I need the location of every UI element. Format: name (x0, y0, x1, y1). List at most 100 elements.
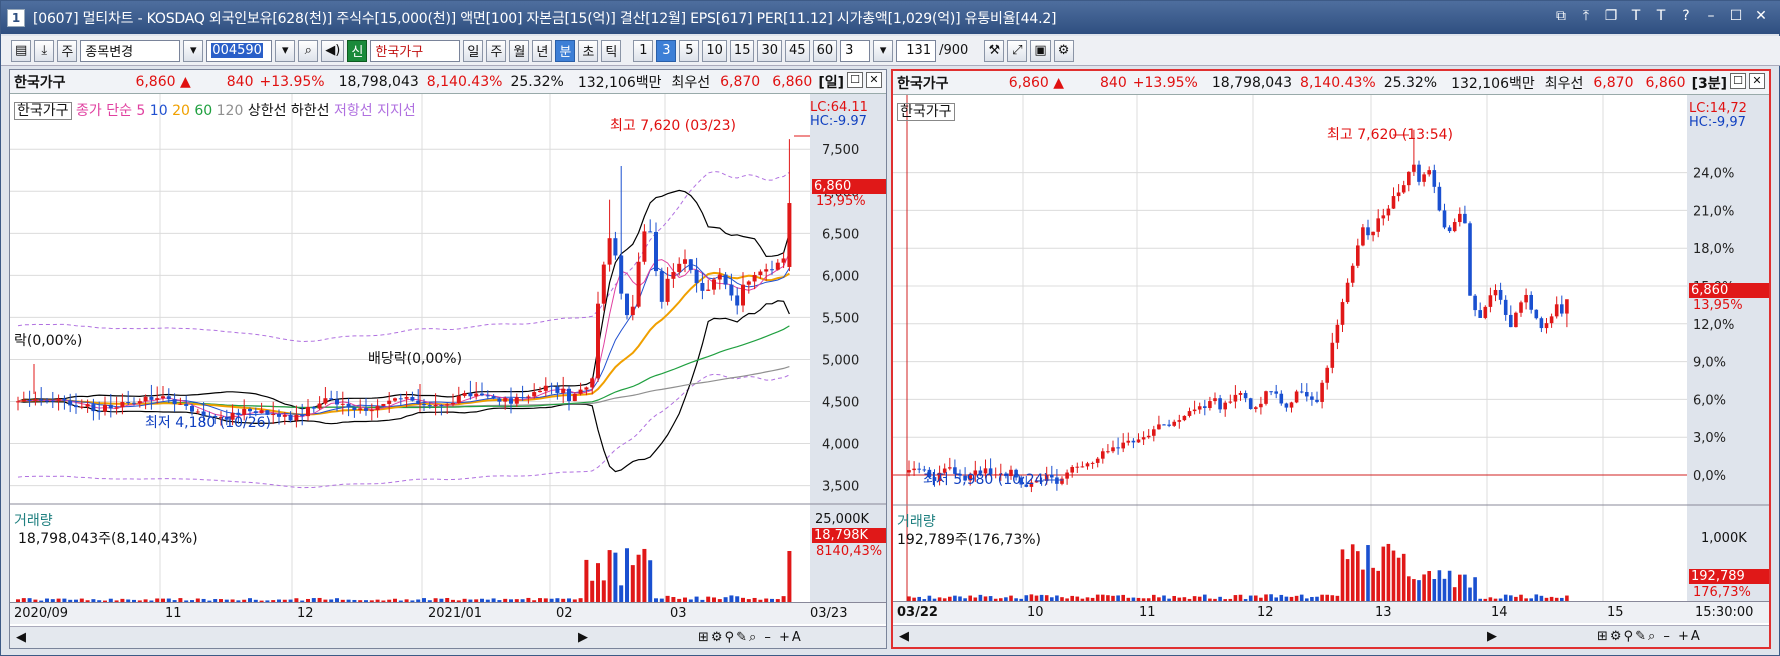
shin-button[interactable]: 신 (347, 40, 367, 62)
scroll-bar[interactable]: ◀ ▶ ⊞⚙⚲✎⌕ – +A (10, 626, 886, 648)
speaker-icon[interactable]: ◀) (321, 40, 344, 62)
stock-name-field[interactable]: 한국가구 (370, 40, 460, 62)
legend-resist[interactable]: 저항선 (334, 103, 373, 119)
period-tick[interactable]: 틱 (601, 40, 621, 62)
candle-body (1259, 404, 1263, 407)
candle-body (1264, 391, 1268, 404)
legend-lower[interactable]: 하한선 (291, 103, 330, 119)
candle-body (352, 407, 356, 410)
scroll-right-icon[interactable]: ▶ (578, 630, 588, 645)
candle-body (1371, 232, 1375, 235)
legend-ma60[interactable]: 60 (194, 103, 212, 119)
maximize-icon[interactable]: ☐ (1728, 8, 1744, 24)
resistance-line (18, 172, 789, 342)
minute-5[interactable]: 5 (679, 40, 699, 62)
candle-body (468, 393, 472, 396)
candle-body (753, 275, 757, 281)
y-tick-label: 5,500 (822, 311, 859, 326)
minute-10[interactable]: 10 (702, 40, 727, 62)
save-icon[interactable]: ▣ (1030, 40, 1050, 62)
candle-body (1412, 165, 1416, 172)
pin-icon[interactable]: ⤒ (1578, 8, 1594, 24)
volume-bar (1366, 545, 1370, 601)
market-select[interactable]: 주 (57, 40, 77, 62)
screenshot-icon[interactable]: ⤢ (1007, 40, 1027, 62)
maximize-icon[interactable]: ☐ (847, 72, 863, 88)
period-minute[interactable]: 분 (555, 40, 575, 62)
volume-pct-tag: 8140,43% (816, 544, 882, 559)
candle-body (57, 399, 61, 401)
close-icon[interactable]: ✕ (1753, 8, 1769, 24)
legend-support[interactable]: 지지선 (377, 103, 416, 119)
legend-ma120[interactable]: 120 (217, 103, 244, 119)
candle-body (1147, 436, 1151, 437)
minute-45[interactable]: 45 (785, 40, 810, 62)
candle-body (1560, 304, 1564, 313)
candle-body (1443, 210, 1447, 227)
tile-icon[interactable]: ❐ (1603, 8, 1619, 24)
font-icon[interactable]: T (1653, 8, 1669, 24)
zoom-tools[interactable]: ⊞⚙⚲✎⌕ – +A (1597, 629, 1702, 644)
legend-stock[interactable]: 한국가구 (897, 103, 955, 121)
close-icon[interactable]: ✕ (1749, 73, 1765, 89)
candle-body (764, 269, 768, 271)
legend-ma10[interactable]: 10 (150, 103, 168, 119)
legend-upper[interactable]: 상한선 (248, 103, 287, 119)
minute-chart-canvas[interactable]: 24,0%21,0%18,0%15,0%12,0%9,0%6,0%3,0%0,0… (893, 95, 1769, 649)
interval-input[interactable]: 3 (840, 40, 870, 62)
minute-1[interactable]: 1 (633, 40, 653, 62)
candle-body (318, 404, 322, 409)
close-icon[interactable]: ✕ (866, 72, 882, 88)
scroll-left-icon[interactable]: ◀ (16, 630, 26, 645)
minute-60[interactable]: 60 (813, 40, 838, 62)
candle-body (729, 285, 733, 296)
download-icon[interactable]: ⤓ (34, 40, 54, 62)
candle-body (451, 403, 455, 404)
period-month[interactable]: 월 (509, 40, 529, 62)
legend-ma20[interactable]: 20 (172, 103, 190, 119)
search-icon[interactable]: ⌕ (298, 40, 318, 62)
legend-ma5[interactable]: 5 (136, 103, 145, 119)
candle-body (132, 403, 136, 404)
code-input[interactable]: 004590 (206, 40, 272, 62)
price: 6,860 ▲ (129, 74, 196, 90)
scroll-left-icon[interactable]: ◀ (899, 629, 909, 644)
candle-body (1050, 475, 1054, 478)
candle-body (1336, 325, 1340, 343)
y-tick-label: 21,0% (1693, 204, 1734, 219)
period-second[interactable]: 초 (578, 40, 598, 62)
restore-icon[interactable]: ⧉ (1553, 8, 1569, 24)
volume-bar (1376, 571, 1380, 601)
period-year[interactable]: 년 (532, 40, 552, 62)
candle-body (1203, 406, 1207, 408)
indicator-icon[interactable]: ⚒ (984, 40, 1004, 62)
minute-chart-panel: 한국가구 6,860 ▲ 840 +13.95% 18,798,043 8,14… (891, 69, 1771, 649)
minimize-icon[interactable]: – (1703, 8, 1719, 24)
font-up-icon[interactable]: T (1628, 8, 1644, 24)
scroll-bar[interactable]: ◀ ▶ ⊞⚙⚲✎⌕ – +A (893, 625, 1769, 647)
layout-icon[interactable]: ▤ (11, 40, 31, 62)
period-day[interactable]: 일 (463, 40, 483, 62)
daily-chart-canvas[interactable]: 7,5007,0006,5006,0005,5005,0004,5004,000… (10, 94, 887, 649)
minute-30[interactable]: 30 (757, 40, 782, 62)
legend-stock[interactable]: 한국가구 (14, 102, 72, 120)
count-input[interactable]: 131 (896, 40, 936, 62)
minute-3[interactable]: 3 (656, 40, 676, 62)
period-week[interactable]: 주 (486, 40, 506, 62)
legend-close[interactable]: 종가 단순 (76, 103, 132, 119)
gear-icon[interactable]: ⚙ (1054, 40, 1074, 62)
zoom-tools[interactable]: ⊞⚙⚲✎⌕ – +A (698, 630, 803, 645)
y-tick-label: 6,000 (822, 269, 859, 284)
scroll-right-icon[interactable]: ▶ (1487, 629, 1497, 644)
candle-body (1137, 439, 1141, 442)
volume-bar (1346, 559, 1350, 601)
minute-15[interactable]: 15 (730, 40, 755, 62)
volume-bar (1392, 551, 1396, 601)
maximize-icon[interactable]: ☐ (1730, 73, 1746, 89)
chevron-down-icon[interactable]: ▾ (183, 40, 203, 62)
chevron-down-icon[interactable]: ▾ (275, 40, 295, 62)
help-icon[interactable]: ? (1678, 8, 1694, 24)
chevron-down-icon[interactable]: ▾ (873, 40, 893, 62)
stock-change-select[interactable]: 종목변경 (80, 40, 180, 62)
candle-body (1427, 170, 1431, 174)
